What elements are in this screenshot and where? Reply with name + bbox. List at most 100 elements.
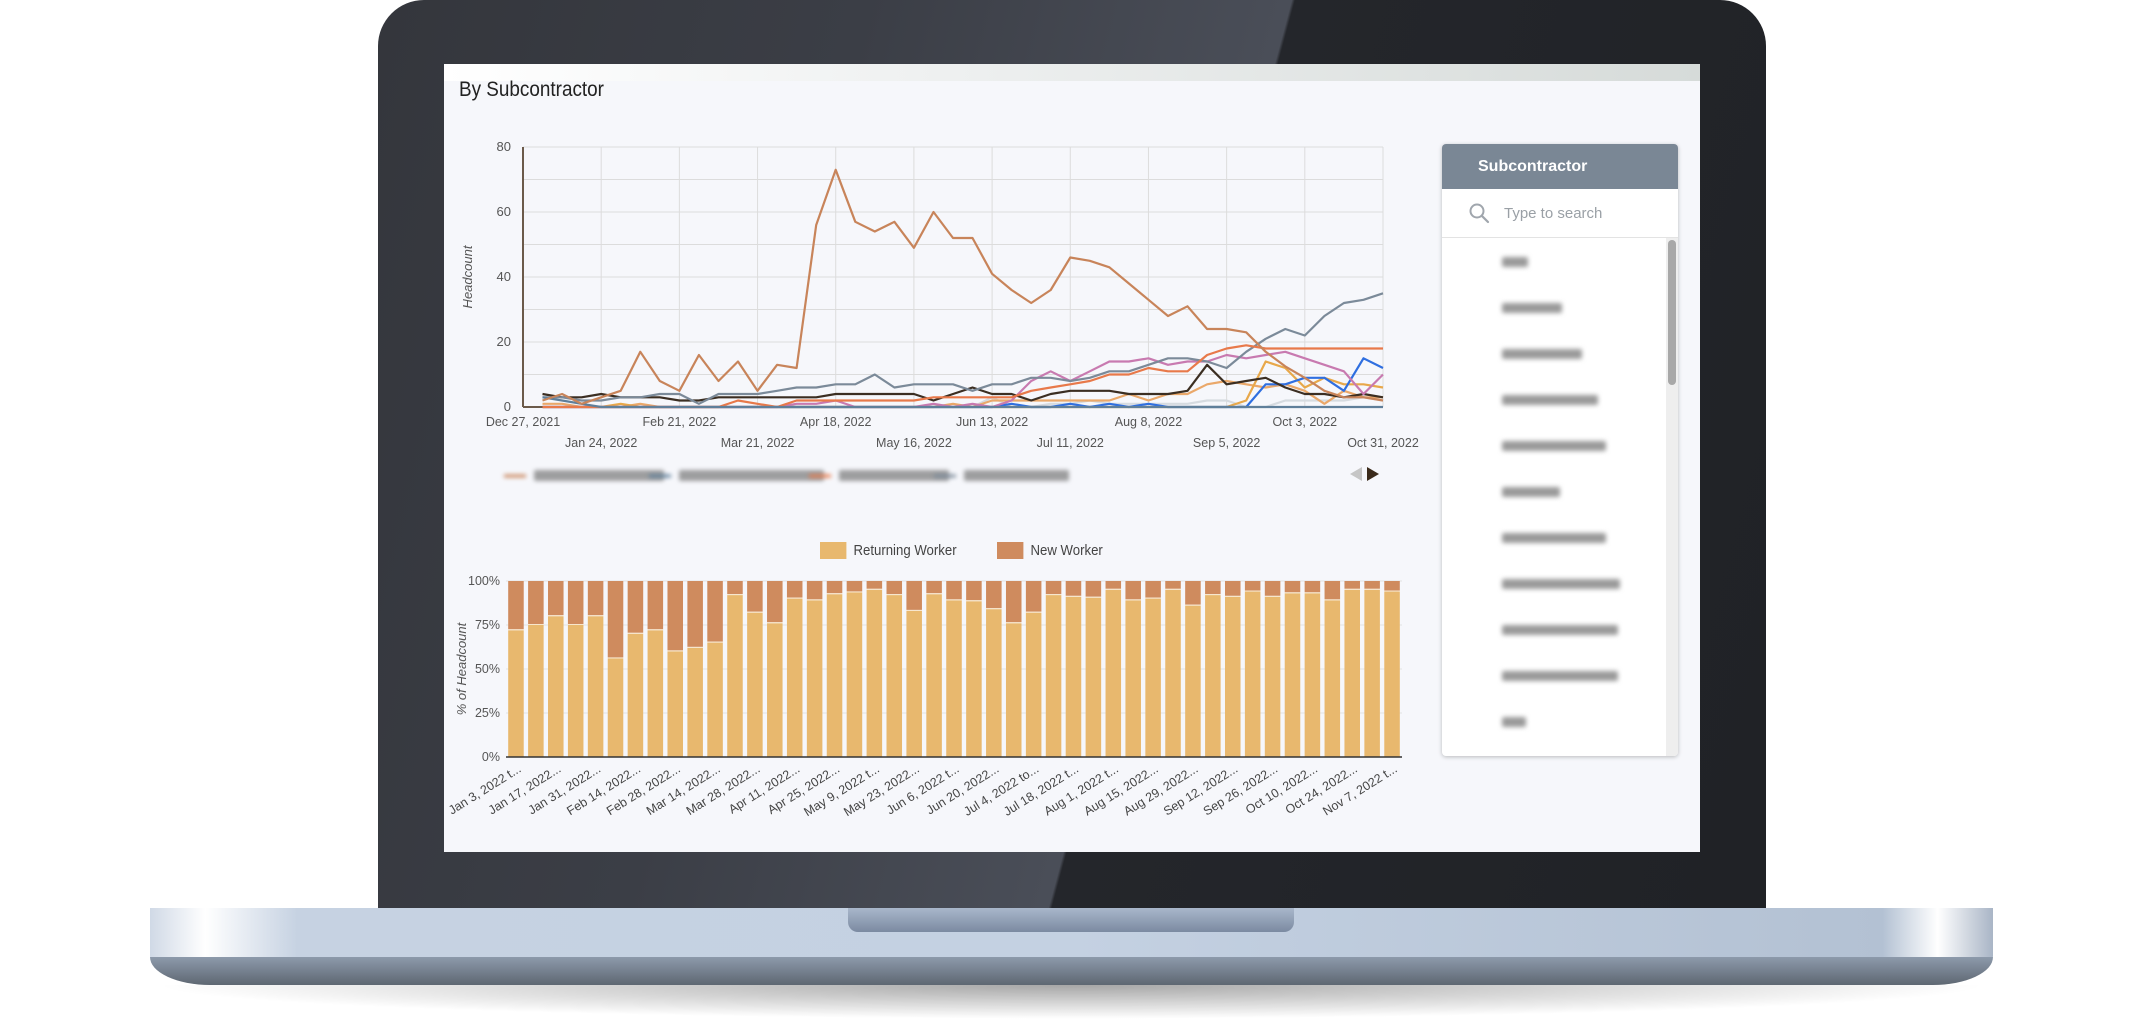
- filter-option[interactable]: [1442, 606, 1678, 652]
- legend-label: Returning Worker: [853, 542, 957, 559]
- legend-entry: [649, 470, 824, 481]
- y-tick-label: 20: [497, 334, 511, 349]
- filter-option[interactable]: [1442, 468, 1678, 514]
- legend-label: New Worker: [1030, 542, 1104, 559]
- y-tick-label: 75%: [475, 618, 500, 632]
- bar-returning: [667, 651, 684, 757]
- bar-new: [826, 581, 843, 594]
- bar-returning: [866, 589, 883, 757]
- bar-new: [528, 581, 544, 624]
- legend-label-blurred: [534, 470, 664, 481]
- legend-returning-worker[interactable]: Returning Worker: [820, 542, 957, 559]
- y-axis-title: Headcount: [460, 244, 475, 308]
- bar-new: [1324, 581, 1341, 600]
- bar-returning: [1185, 605, 1201, 757]
- bar-new: [1165, 581, 1181, 589]
- bar-new: [1125, 581, 1141, 600]
- legend-new-worker[interactable]: New Worker: [997, 542, 1103, 559]
- bar-new: [1264, 581, 1281, 596]
- bar-returning: [1304, 593, 1321, 757]
- bar-new: [1224, 581, 1241, 596]
- x-tick-label: May 16, 2022: [876, 436, 952, 450]
- bar-new: [846, 581, 863, 592]
- dashboard-screen: By Subcontractor 0 20 40 60 80 Dec 27, 2021 Ja…: [444, 64, 1700, 852]
- laptop-notch: [848, 908, 1294, 932]
- bar-returning: [687, 647, 703, 757]
- bar-returning: [946, 600, 962, 757]
- bar-returning: [826, 594, 843, 757]
- y-tick-label: 80: [497, 139, 511, 154]
- bar-returning: [548, 616, 564, 757]
- bar-returning: [786, 598, 803, 757]
- y-tick-label: 50%: [475, 662, 500, 676]
- bar-new: [786, 581, 803, 598]
- y-tick-label: 40: [497, 269, 511, 284]
- bar-returning: [926, 594, 942, 757]
- bar-new: [1304, 581, 1321, 593]
- filter-option-label: [1502, 532, 1606, 543]
- bar-returning: [607, 658, 624, 757]
- bar-returning: [906, 610, 922, 757]
- legend-next-page-button[interactable]: [1367, 467, 1379, 481]
- bar-new: [747, 581, 763, 612]
- filter-option-label: [1502, 486, 1560, 497]
- filter-option[interactable]: [1442, 698, 1678, 744]
- filter-option[interactable]: [1442, 284, 1678, 330]
- bar-returning: [1045, 595, 1062, 757]
- filter-option[interactable]: [1442, 238, 1678, 284]
- bar-returning: [806, 600, 823, 757]
- filter-option[interactable]: [1442, 330, 1678, 376]
- x-tick-label: Dec 27, 2021: [486, 415, 560, 429]
- bar-returning: [767, 623, 783, 757]
- filter-option[interactable]: [1442, 560, 1678, 606]
- bar-new: [667, 581, 684, 651]
- bar-new: [926, 581, 942, 594]
- bar-returning: [1125, 600, 1141, 757]
- bar-new: [1284, 581, 1301, 593]
- bar-new: [1384, 581, 1400, 591]
- bar-new: [1185, 581, 1201, 605]
- bar-returning: [1205, 595, 1221, 757]
- y-tick-label: 0%: [482, 750, 500, 764]
- legend-entry: [934, 470, 1069, 481]
- bar-new: [906, 581, 922, 610]
- bar-returning: [528, 625, 544, 757]
- filter-option-label: [1502, 394, 1598, 405]
- filter-option[interactable]: [1442, 514, 1678, 560]
- filter-option[interactable]: [1442, 652, 1678, 698]
- bar-new: [946, 581, 962, 600]
- bar-returning: [1165, 589, 1181, 757]
- bar-new: [986, 581, 1002, 609]
- bar-returning: [1244, 591, 1261, 757]
- bar-new: [1005, 581, 1022, 623]
- filter-option-list: [1442, 238, 1678, 756]
- legend-entry: [809, 470, 949, 481]
- bar-new: [727, 581, 743, 595]
- bar-returning: [747, 612, 763, 757]
- bar-returning: [1085, 597, 1102, 757]
- bar-returning: [1105, 589, 1122, 757]
- bar-new: [806, 581, 823, 600]
- filter-option[interactable]: [1442, 422, 1678, 468]
- x-tick-label: Mar 21, 2022: [721, 436, 795, 450]
- filter-option-label: [1502, 256, 1528, 267]
- legend-label-blurred: [839, 470, 949, 481]
- filter-option-label: [1502, 578, 1620, 589]
- y-tick-label: 60: [497, 204, 511, 219]
- bar-returning: [1065, 596, 1082, 757]
- bar-returning: [966, 601, 982, 757]
- worker-type-bar-chart: 0%25%50%75%100%% of HeadcountJan 3, 2022…: [446, 574, 1402, 819]
- filter-search-input[interactable]: [1502, 203, 1666, 223]
- laptop-base-bottom: [150, 957, 1993, 985]
- bar-returning: [1384, 591, 1400, 757]
- legend-prev-page-button[interactable]: [1350, 467, 1362, 481]
- search-icon: [1469, 203, 1490, 224]
- bar-new: [548, 581, 564, 616]
- filter-search-box[interactable]: [1442, 189, 1678, 238]
- bar-new: [647, 581, 664, 630]
- x-tick-label: Jan 24, 2022: [565, 436, 637, 450]
- filter-option[interactable]: [1442, 376, 1678, 422]
- bar-new: [1364, 581, 1380, 589]
- line-series: [542, 168, 1384, 405]
- bar-new: [1065, 581, 1082, 596]
